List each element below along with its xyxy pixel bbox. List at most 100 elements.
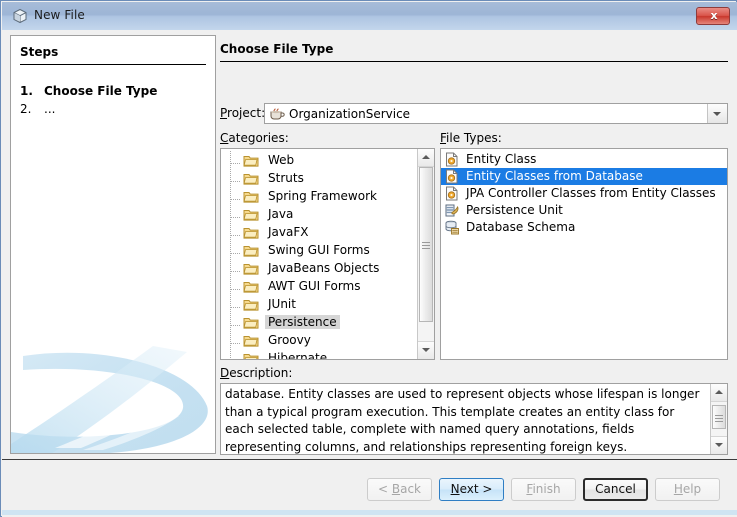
entity-class-icon: [444, 152, 460, 167]
step-item-1: 1. Choose File Type: [20, 84, 157, 98]
folder-icon: [243, 207, 259, 222]
category-label: Java: [268, 207, 294, 221]
project-label: Project:: [220, 106, 266, 120]
persistence-unit-icon: [444, 203, 460, 218]
tree-tick: [231, 199, 241, 200]
chevron-down-icon[interactable]: [707, 104, 727, 123]
steps-heading: Steps: [20, 45, 59, 59]
scrollbar-thumb[interactable]: [419, 167, 433, 322]
tree-tick: [231, 343, 241, 344]
database-schema-icon: [444, 220, 460, 235]
file-type-item-entity-class[interactable]: Entity Class: [441, 151, 727, 168]
categories-list[interactable]: Web Struts Spring Framework Java JavaFX …: [220, 148, 435, 360]
category-label: JUnit: [268, 297, 296, 311]
categories-scrollbar[interactable]: [417, 149, 434, 359]
page-title-divider: [220, 61, 728, 62]
scroll-down-icon[interactable]: [711, 436, 727, 454]
steps-panel: Steps 1. Choose File Type 2....: [10, 35, 216, 454]
window-title: New File: [34, 8, 85, 22]
file-type-label: Database Schema: [466, 220, 576, 234]
new-file-dialog: New File x Steps 1. Choose File Type 2...…: [0, 0, 737, 517]
file-type-item-database-schema[interactable]: Database Schema: [441, 219, 727, 236]
close-button[interactable]: x: [696, 7, 730, 25]
coffee-cup-icon: [269, 106, 285, 122]
grip-icon: [715, 413, 723, 424]
tree-connector: [230, 151, 231, 359]
file-type-label: Entity Class: [466, 152, 537, 166]
entity-class-icon: [444, 169, 460, 184]
description-label: Description:: [220, 366, 293, 380]
step-number: 1.: [20, 84, 33, 98]
folder-icon: [243, 189, 259, 204]
folder-icon: [243, 279, 259, 294]
tree-tick: [231, 163, 241, 164]
scroll-up-icon[interactable]: [711, 384, 727, 402]
cancel-button[interactable]: Cancel: [583, 478, 648, 501]
step-item-2: 2....: [20, 102, 55, 116]
category-label: AWT GUI Forms: [268, 279, 361, 293]
folder-icon: [243, 153, 259, 168]
step-label: Choose File Type: [44, 84, 158, 98]
folder-icon: [243, 225, 259, 240]
description-box[interactable]: database. Entity classes are used to rep…: [220, 383, 728, 455]
folder-icon: [243, 351, 259, 359]
step-label: ...: [44, 102, 56, 116]
tree-tick: [231, 235, 241, 236]
tree-tick: [231, 325, 241, 326]
folder-icon: [243, 315, 259, 330]
next-button[interactable]: Next >: [439, 478, 504, 501]
category-label: Spring Framework: [268, 189, 377, 203]
description-scrollbar[interactable]: [710, 384, 727, 454]
tree-tick: [231, 289, 241, 290]
tree-tick: [231, 271, 241, 272]
button-bar: < Back Next > Finish Cancel Help: [2, 459, 737, 517]
category-label: Persistence: [265, 315, 340, 329]
close-icon: x: [710, 9, 718, 22]
decorative-swoosh-graphic: [11, 336, 215, 453]
file-type-label: Persistence Unit: [466, 203, 563, 217]
main-pane: Choose File Type Project: OrganizationSe…: [218, 35, 730, 455]
folder-icon: [243, 243, 259, 258]
file-type-label: Entity Classes from Database: [466, 169, 643, 183]
help-button[interactable]: Help: [655, 478, 720, 501]
cube-icon: [12, 8, 28, 24]
back-button[interactable]: < Back: [367, 478, 432, 501]
scroll-down-icon[interactable]: [418, 341, 434, 359]
title-bar: New File x: [2, 2, 737, 31]
folder-icon: [243, 261, 259, 276]
file-type-item-persistence-unit[interactable]: Persistence Unit: [441, 202, 727, 219]
scrollbar-thumb[interactable]: [712, 405, 726, 429]
entity-class-icon: [444, 186, 460, 201]
tree-tick: [231, 181, 241, 182]
folder-icon: [243, 171, 259, 186]
categories-label: Categories:: [220, 131, 289, 145]
page-title: Choose File Type: [220, 42, 334, 56]
file-type-item-jpa-controller-classes[interactable]: JPA Controller Classes from Entity Class…: [441, 185, 727, 202]
dialog-content: Steps 1. Choose File Type 2.... Choose F…: [2, 30, 737, 459]
file-type-item-entity-classes-from-database[interactable]: Entity Classes from Database: [441, 168, 727, 185]
file-types-list[interactable]: Entity Class Entity Classes from Databas…: [440, 148, 728, 360]
scroll-up-icon[interactable]: [418, 149, 434, 167]
file-types-label: File Types:: [440, 131, 502, 145]
bottom-accent-strip: [2, 510, 737, 515]
steps-divider: [20, 64, 206, 65]
finish-button[interactable]: Finish: [511, 478, 576, 501]
category-label: Web: [268, 153, 295, 167]
grip-icon: [422, 240, 430, 251]
tree-tick: [231, 307, 241, 308]
category-label: Groovy: [268, 333, 311, 347]
tree-tick: [231, 217, 241, 218]
category-label: Struts: [268, 171, 304, 185]
project-value: OrganizationService: [289, 107, 411, 121]
tree-tick: [231, 253, 241, 254]
description-text: database. Entity classes are used to rep…: [225, 387, 700, 454]
project-select[interactable]: OrganizationService: [264, 103, 728, 124]
category-label: Hibernate: [268, 351, 328, 360]
category-label: JavaFX: [268, 225, 309, 239]
category-label: Swing GUI Forms: [268, 243, 370, 257]
folder-icon: [243, 297, 259, 312]
file-type-label: JPA Controller Classes from Entity Class…: [466, 186, 716, 200]
category-label: JavaBeans Objects: [268, 261, 380, 275]
folder-icon: [243, 333, 259, 348]
step-number: 2.: [20, 102, 32, 116]
